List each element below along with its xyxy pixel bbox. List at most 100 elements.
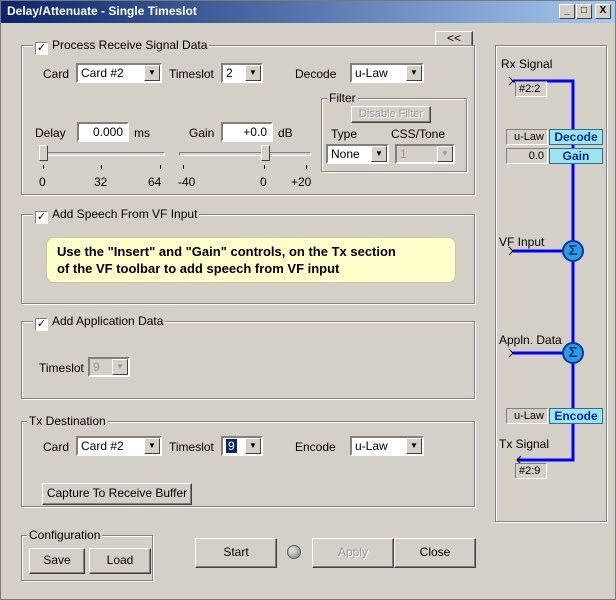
save-button[interactable]: Save (29, 548, 85, 574)
decode-law-tag: u-Law (506, 129, 548, 145)
tx-card-label: Card (43, 440, 70, 454)
receive-checkbox[interactable]: ✓ (35, 42, 48, 55)
tx-signal-label: Tx Signal (499, 437, 550, 451)
chevron-down-icon[interactable]: ▼ (406, 65, 422, 81)
gain-label: Gain (189, 126, 215, 140)
delay-tick-max: 64 (148, 175, 162, 189)
delay-tick (160, 165, 161, 169)
sum-appln-icon: Σ (562, 342, 584, 364)
delay-tick-min: 0 (39, 175, 46, 189)
encode-select-value: u-Law (355, 439, 388, 453)
delay-label: Delay (35, 126, 66, 140)
decode-select-value: u-Law (355, 66, 388, 80)
encode-label: Encode (295, 440, 336, 454)
tx-timeslot-select[interactable]: 9 ▼ (221, 436, 263, 456)
encode-law-tag: u-Law (506, 408, 548, 424)
maximize-button[interactable]: □ (576, 4, 592, 19)
chevron-down-icon[interactable]: ▼ (245, 65, 261, 81)
filter-type-label: Type (331, 127, 358, 141)
minimize-button[interactable]: _ (559, 4, 575, 19)
rx-arrow-icon (508, 76, 514, 86)
title-bar[interactable]: Delay/Attenuate - Single Timeslot _ □ X (1, 1, 615, 23)
window-title: Delay/Attenuate - Single Timeslot (7, 4, 197, 18)
chevron-down-icon[interactable]: ▼ (144, 65, 160, 81)
configuration-title: Configuration (27, 528, 103, 542)
speech-checkbox-row[interactable]: ✓ Add Speech From VF Input (33, 207, 200, 224)
load-button[interactable]: Load (89, 548, 151, 574)
appln-data-label: Appln. Data (499, 333, 562, 347)
chevron-down-icon[interactable]: ▼ (406, 438, 422, 454)
app-timeslot-value: 9 (93, 360, 100, 374)
dialog-window: Delay/Attenuate - Single Timeslot _ □ X … (0, 0, 616, 600)
decode-label: Decode (295, 67, 337, 81)
chevron-down-icon[interactable]: ▼ (371, 146, 387, 162)
application-checkbox-row[interactable]: ✓ Add Application Data (33, 314, 166, 331)
filter-title: Filter (327, 91, 358, 105)
decode-select[interactable]: u-Law ▼ (350, 63, 424, 83)
apply-button[interactable]: Apply (312, 538, 394, 568)
chevron-down-icon[interactable]: ▼ (144, 438, 160, 454)
timeslot-select-value: 2 (226, 66, 233, 80)
chevron-down-icon[interactable]: ▼ (112, 359, 128, 375)
encode-box: Encode (549, 408, 603, 424)
delay-input[interactable]: 0.000 (77, 122, 129, 142)
speech-checkbox[interactable]: ✓ (35, 211, 48, 224)
gain-box: Gain (549, 148, 603, 164)
encode-select[interactable]: u-Law ▼ (350, 436, 424, 456)
delay-slider-thumb[interactable] (39, 145, 48, 161)
chevron-down-icon[interactable]: ▼ (437, 146, 453, 162)
application-checkbox-label: Add Application Data (52, 314, 164, 328)
delay-tick (101, 165, 102, 169)
speech-note-line1: Use the "Insert" and "Gain" controls, on… (57, 244, 396, 259)
tx-card-select[interactable]: Card #2 ▼ (76, 436, 162, 456)
rx-slot-tag: #2:2 (515, 81, 547, 97)
tx-slot-tag: #2:9 (515, 463, 547, 479)
gain-input[interactable]: +0.0 (221, 122, 273, 142)
speech-checkbox-label: Add Speech From VF Input (52, 207, 198, 221)
delay-tick (43, 165, 44, 169)
card-select-value: Card #2 (81, 66, 124, 80)
vf-input-label: VF Input (499, 235, 545, 249)
gain-slider-thumb[interactable] (261, 145, 271, 161)
speech-note-line2: of the VF toolbar to add speech from VF … (57, 261, 340, 276)
gain-unit: dB (278, 126, 293, 140)
receive-checkbox-label: Process Receive Signal Data (52, 38, 208, 52)
disable-filter-button[interactable]: Disable Filter (351, 106, 431, 123)
gain-value-tag: 0.0 (506, 148, 548, 164)
css-tone-label: CSS/Tone (391, 127, 446, 141)
filter-type-value: None (331, 147, 360, 161)
tx-destination-title: Tx Destination (27, 414, 108, 428)
capture-to-receive-buffer-button[interactable]: Capture To Receive Buffer (42, 483, 192, 505)
card-label: Card (43, 67, 70, 81)
delay-tick-mid: 32 (94, 175, 108, 189)
chevron-down-icon[interactable]: ▼ (245, 438, 261, 454)
card-select[interactable]: Card #2 ▼ (76, 63, 162, 83)
appln-arrow-icon (508, 348, 514, 358)
speech-info-note: Use the "Insert" and "Gain" controls, on… (46, 237, 456, 283)
receive-checkbox-row[interactable]: ✓ Process Receive Signal Data (33, 38, 210, 55)
delay-slider-track[interactable] (39, 152, 165, 156)
close-button[interactable]: Close (394, 538, 476, 568)
tx-card-value: Card #2 (81, 439, 124, 453)
app-timeslot-select[interactable]: 9 ▼ (88, 357, 130, 377)
tx-timeslot-label: Timeslot (169, 440, 214, 454)
filter-type-select[interactable]: None ▼ (326, 144, 389, 164)
tx-timeslot-value: 9 (226, 439, 237, 453)
gain-tick (264, 165, 265, 169)
gain-tick-mid: 0 (260, 175, 267, 189)
decode-box: Decode (549, 129, 603, 145)
gain-tick-min: -40 (178, 175, 196, 189)
timeslot-select[interactable]: 2 ▼ (221, 63, 263, 83)
close-window-button[interactable]: X (595, 4, 611, 19)
css-tone-select[interactable]: 1 ▼ (395, 144, 455, 164)
delay-unit: ms (134, 126, 150, 140)
gain-slider-track[interactable] (179, 152, 311, 156)
start-button[interactable]: Start (195, 538, 277, 568)
status-led-icon (287, 545, 301, 559)
sum-vf-icon: Σ (562, 240, 584, 262)
application-checkbox[interactable]: ✓ (35, 318, 48, 331)
css-tone-value: 1 (400, 147, 407, 161)
gain-tick (306, 165, 307, 169)
app-timeslot-label: Timeslot (39, 361, 84, 375)
timeslot-label: Timeslot (169, 67, 214, 81)
